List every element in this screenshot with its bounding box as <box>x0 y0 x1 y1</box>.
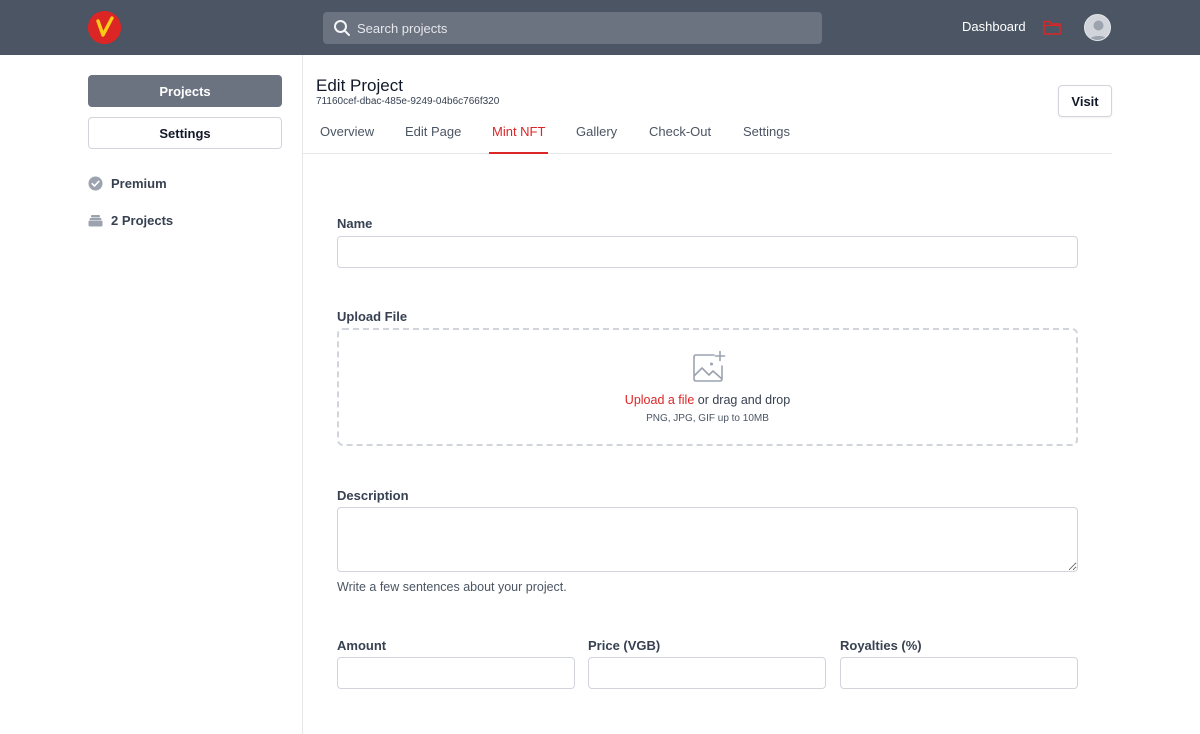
tab-edit-page[interactable]: Edit Page <box>405 124 461 154</box>
royalties-label: Royalties (%) <box>840 638 922 653</box>
tab-check-out[interactable]: Check-Out <box>649 124 711 154</box>
description-label: Description <box>337 488 409 503</box>
royalties-input[interactable] <box>840 657 1078 689</box>
search-bar[interactable] <box>323 12 822 44</box>
amount-label: Amount <box>337 638 387 653</box>
upload-file-label: Upload File <box>337 309 408 324</box>
amount-input[interactable] <box>337 657 575 689</box>
upload-instructions: Upload a file or drag and drop <box>339 393 1076 407</box>
description-hint: Write a few sentences about your project… <box>337 580 567 594</box>
project-tabs: Overview Edit Page Mint NFT Gallery Chec… <box>303 114 1112 154</box>
project-id: 71160cef-dbac-485e-9249-04b6c766f320 <box>316 96 500 107</box>
projects-count-label: 2 Projects <box>111 213 174 228</box>
dashboard-link[interactable]: Dashboard <box>962 19 1026 34</box>
tab-mint-nft[interactable]: Mint NFT <box>489 124 549 154</box>
image-add-icon <box>692 350 726 384</box>
upload-file-link[interactable]: Upload a file <box>625 393 695 407</box>
search-input[interactable] <box>357 12 822 44</box>
stack-icon <box>88 213 103 228</box>
name-input[interactable] <box>337 236 1078 268</box>
sidebar: Projects Settings Premium 2 Projects <box>0 55 303 734</box>
price-input[interactable] <box>588 657 826 689</box>
page-title: Edit Project <box>316 76 403 95</box>
projects-count: 2 Projects <box>88 213 173 228</box>
file-dropzone[interactable]: Upload a file or drag and drop PNG, JPG,… <box>337 328 1078 446</box>
search-icon <box>333 19 351 37</box>
drag-drop-text: or drag and drop <box>694 393 791 407</box>
top-navbar: Dashboard <box>0 0 1200 55</box>
premium-status: Premium <box>88 176 167 191</box>
name-label: Name <box>337 216 373 231</box>
upload-file-hint: PNG, JPG, GIF up to 10MB <box>646 413 769 424</box>
settings-button[interactable]: Settings <box>88 117 282 149</box>
price-label: Price (VGB) <box>588 638 661 653</box>
tab-overview[interactable]: Overview <box>320 124 374 154</box>
visit-button[interactable]: Visit <box>1058 85 1112 117</box>
folder-icon[interactable] <box>1042 18 1062 36</box>
projects-button[interactable]: Projects <box>88 75 282 107</box>
description-textarea[interactable] <box>337 507 1078 572</box>
tab-gallery[interactable]: Gallery <box>576 124 617 154</box>
user-avatar-icon[interactable] <box>1084 14 1111 41</box>
logo-icon[interactable] <box>88 11 121 44</box>
premium-label: Premium <box>111 176 167 191</box>
check-badge-icon <box>88 176 103 191</box>
tab-settings[interactable]: Settings <box>743 124 790 154</box>
